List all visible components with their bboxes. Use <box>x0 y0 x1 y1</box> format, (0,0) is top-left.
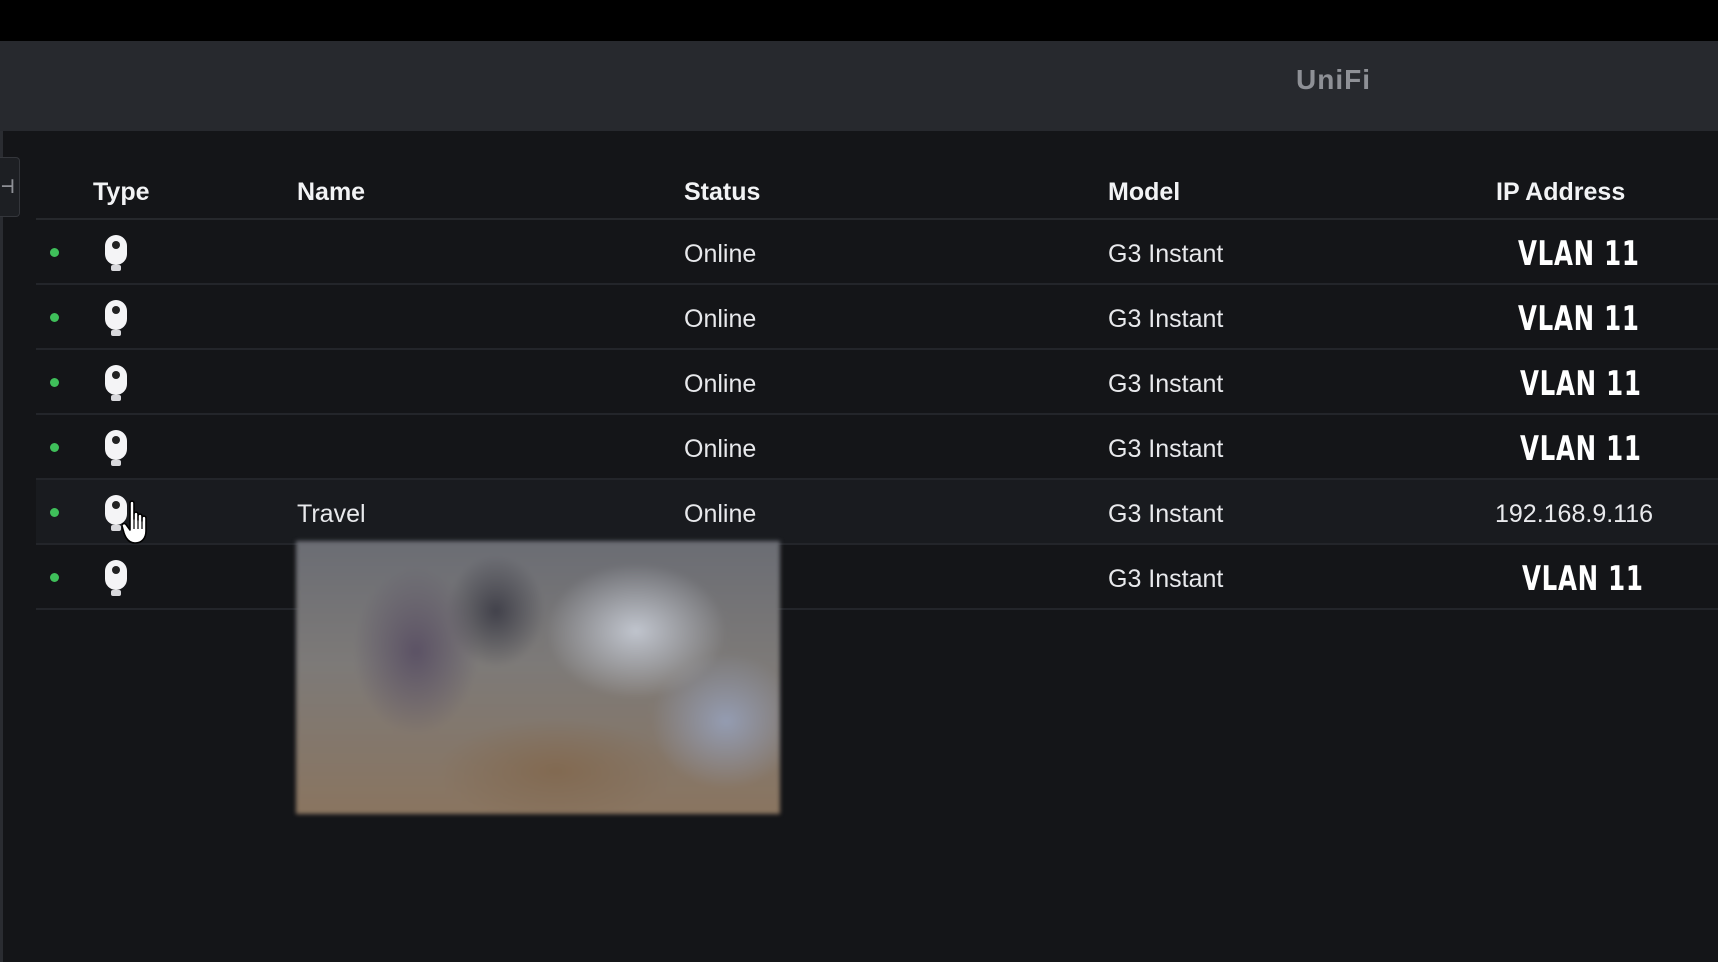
camera-icon <box>105 300 127 336</box>
row-ip-address: 192.168.9.116 <box>1495 500 1654 528</box>
row-model: G3 Instant <box>1108 565 1224 593</box>
row-status: Online <box>684 435 757 463</box>
sidebar-collapse-button[interactable]: ⊣ <box>0 157 20 217</box>
column-header-name[interactable]: Name <box>297 178 365 207</box>
row-model: G3 Instant <box>1108 500 1224 528</box>
table-row[interactable]: Travel Online G3 Instant 192.168.9.116 <box>36 480 1718 545</box>
row-ip-address: VLAN 11 <box>1518 299 1640 339</box>
camera-icon <box>105 430 127 466</box>
column-header-ip-address[interactable]: IP Address <box>1496 178 1625 207</box>
table-row[interactable]: G3 Instant VLAN 11 <box>36 545 1718 610</box>
row-model: G3 Instant <box>1108 240 1224 268</box>
table-row[interactable]: Online G3 Instant VLAN 11 <box>36 415 1718 480</box>
row-ip-address: VLAN 11 <box>1518 234 1640 274</box>
row-status: Online <box>684 240 757 268</box>
status-dot-icon <box>50 508 59 517</box>
devices-table: Type Name Status Model IP Address Online… <box>36 168 1718 610</box>
column-header-model[interactable]: Model <box>1108 178 1180 207</box>
row-ip-address: VLAN 11 <box>1520 364 1642 404</box>
camera-icon <box>105 560 127 596</box>
camera-preview-thumbnail <box>296 541 780 814</box>
row-model: G3 Instant <box>1108 370 1224 398</box>
row-status: Online <box>684 370 757 398</box>
brand-logo: UniFi <box>1296 64 1371 95</box>
row-model: G3 Instant <box>1108 305 1224 333</box>
row-status: Online <box>684 305 757 333</box>
table-header: Type Name Status Model IP Address <box>36 168 1718 220</box>
sidebar-edge <box>0 131 3 962</box>
row-ip-address: VLAN 11 <box>1522 559 1644 599</box>
row-model: G3 Instant <box>1108 435 1224 463</box>
top-bar <box>0 41 1718 131</box>
row-status: Online <box>684 500 757 528</box>
row-name[interactable]: Travel <box>297 500 366 529</box>
status-dot-icon <box>50 248 59 257</box>
table-row[interactable]: Online G3 Instant VLAN 11 <box>36 285 1718 350</box>
table-row[interactable]: Online G3 Instant VLAN 11 <box>36 220 1718 285</box>
table-row[interactable]: Online G3 Instant VLAN 11 <box>36 350 1718 415</box>
status-dot-icon <box>50 573 59 582</box>
row-ip-address: VLAN 11 <box>1520 429 1642 469</box>
column-header-status[interactable]: Status <box>684 178 760 207</box>
status-dot-icon <box>50 313 59 322</box>
camera-icon <box>105 365 127 401</box>
column-header-type[interactable]: Type <box>93 178 150 207</box>
collapse-icon: ⊣ <box>1 174 15 199</box>
camera-icon <box>105 235 127 271</box>
hand-pointer-icon <box>122 500 147 544</box>
letterbox-bar <box>0 0 1718 41</box>
status-dot-icon <box>50 378 59 387</box>
status-dot-icon <box>50 443 59 452</box>
